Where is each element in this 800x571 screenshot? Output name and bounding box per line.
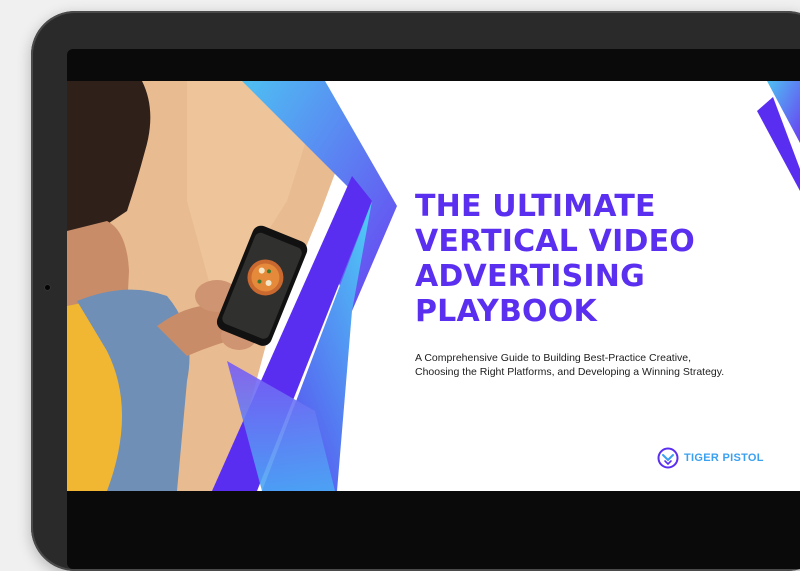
title-line: VERTICAL VIDEO	[415, 224, 695, 259]
title-line: PLAYBOOK	[415, 294, 597, 329]
brand-name: TIGER PISTOL	[684, 452, 764, 464]
cover-subtitle: A Comprehensive Guide to Building Best-P…	[415, 351, 785, 379]
cover-title: THE ULTIMATE VERTICAL VIDEO ADVERTISING …	[415, 189, 775, 329]
subtitle-line: A Comprehensive Guide to Building Best-P…	[415, 352, 692, 364]
playbook-cover: THE ULTIMATE VERTICAL VIDEO ADVERTISING …	[67, 81, 800, 491]
brand-logo: TIGER PISTOL	[657, 447, 764, 469]
title-line: THE ULTIMATE	[415, 189, 656, 224]
tiger-pistol-logo-icon	[657, 447, 679, 469]
front-camera-icon	[45, 285, 50, 290]
title-line: ADVERTISING	[415, 259, 645, 294]
subtitle-line: Choosing the Right Platforms, and Develo…	[415, 366, 725, 378]
